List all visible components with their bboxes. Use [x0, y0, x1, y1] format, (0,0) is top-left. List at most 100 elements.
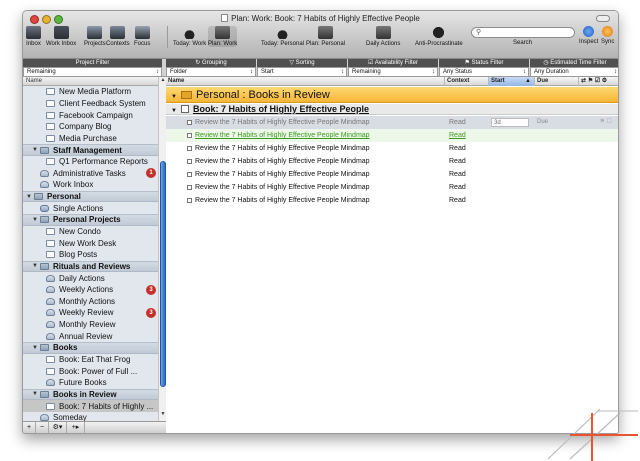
- toolbar-work-inbox-button[interactable]: Work Inbox: [46, 26, 76, 47]
- status-filter[interactable]: ⚑ Status Filter Any Status: [439, 59, 529, 77]
- toolbar-focus-button[interactable]: Focus: [134, 26, 150, 47]
- column-context[interactable]: Context: [444, 77, 488, 86]
- task-row[interactable]: Review the 7 Habits of Highly Effective …: [166, 155, 618, 168]
- start-date-field[interactable]: 3d: [491, 118, 529, 127]
- task-checkbox[interactable]: [187, 146, 192, 151]
- sidebar-item[interactable]: Book: Eat That Frog: [23, 354, 165, 366]
- sync-button[interactable]: Sync: [601, 26, 614, 45]
- task-context[interactable]: Read: [449, 129, 466, 142]
- disclosure-triangle-icon[interactable]: ▼: [171, 94, 177, 100]
- search-field[interactable]: ⚲: [471, 27, 575, 38]
- project-row[interactable]: ▼ Book: 7 Habits of Highly Effective Peop…: [166, 104, 618, 115]
- sidebar-item[interactable]: Media Purchase: [23, 133, 165, 145]
- sidebar-item[interactable]: ▼ Books in Review: [23, 388, 165, 401]
- sidebar-item[interactable]: New Work Desk: [23, 237, 165, 249]
- task-context[interactable]: Read: [449, 181, 466, 194]
- task-name[interactable]: Review the 7 Habits of Highly Effective …: [195, 129, 370, 142]
- toolbar-projects-button[interactable]: Projects: [84, 26, 106, 47]
- task-name[interactable]: Review the 7 Habits of Highly Effective …: [195, 155, 370, 168]
- sidebar-item[interactable]: Future Books: [23, 377, 165, 389]
- perspective-plan-workbutton[interactable]: Plan: Work: [208, 26, 238, 47]
- inspect-button[interactable]: Inspect: [579, 26, 598, 45]
- sorting-select[interactable]: Start: [257, 67, 347, 77]
- sidebar-item[interactable]: Book: 7 Habits of Highly ...: [23, 400, 165, 412]
- sidebar-item[interactable]: New Condo: [23, 226, 165, 238]
- folder-group-row[interactable]: ▼ Personal : Books in Review: [166, 87, 618, 103]
- task-context[interactable]: Read: [449, 142, 466, 155]
- sidebar-item[interactable]: ▼ Personal: [23, 190, 165, 203]
- column-start[interactable]: Start ▲: [488, 77, 534, 86]
- sidebar-scrollbar[interactable]: ▲ ▼: [158, 77, 166, 423]
- perspective-plan-personalbutton[interactable]: Plan: Personal: [306, 26, 345, 47]
- sidebar-item[interactable]: Monthly Review: [23, 319, 165, 331]
- disclosure-triangle-icon[interactable]: ▼: [26, 194, 34, 200]
- sidebar-item[interactable]: New Media Platform: [23, 86, 165, 98]
- sorting-filter[interactable]: ▽ Sorting Start: [257, 59, 347, 77]
- task-checkbox[interactable]: [187, 159, 192, 164]
- task-row[interactable]: Review the 7 Habits of Highly Effective …: [166, 142, 618, 155]
- disclosure-triangle-icon[interactable]: ▼: [32, 345, 40, 351]
- task-name[interactable]: Review the 7 Habits of Highly Effective …: [195, 181, 370, 194]
- duration-select[interactable]: Any Duration: [530, 67, 618, 77]
- sidebar-item[interactable]: Weekly Actions 3: [23, 284, 165, 296]
- sidebar-item[interactable]: Monthly Actions: [23, 296, 165, 308]
- task-checkbox[interactable]: [187, 133, 192, 138]
- task-checkbox[interactable]: [187, 172, 192, 177]
- project-filter[interactable]: Project Filter Remaining: [23, 59, 162, 77]
- task-name[interactable]: Review the 7 Habits of Highly Effective …: [195, 168, 370, 181]
- project-checkbox[interactable]: [180, 105, 189, 113]
- task-row[interactable]: Review the 7 Habits of Highly Effective …: [166, 194, 618, 207]
- toolbar-inbox-button[interactable]: Inbox: [26, 26, 41, 47]
- disclosure-triangle-icon[interactable]: ▼: [32, 391, 40, 397]
- sidebar-item[interactable]: Blog Posts: [23, 249, 165, 261]
- grouping-select[interactable]: Folder: [166, 67, 256, 77]
- flag-icon[interactable]: ⚑ ☐: [600, 116, 612, 129]
- sidebar-item[interactable]: Company Blog: [23, 121, 165, 133]
- sidebar-item[interactable]: Client Feedback System: [23, 98, 165, 110]
- disclosure-triangle-icon[interactable]: ▼: [32, 263, 40, 269]
- task-name[interactable]: Review the 7 Habits of Highly Effective …: [195, 194, 370, 207]
- task-context[interactable]: Read: [449, 168, 466, 181]
- task-checkbox[interactable]: [187, 185, 192, 190]
- column-due[interactable]: Due: [534, 77, 578, 86]
- task-row[interactable]: Review the 7 Habits of Highly Effective …: [166, 168, 618, 181]
- availability-select[interactable]: Remaining: [348, 67, 438, 77]
- sidebar-item[interactable]: Daily Actions: [23, 272, 165, 284]
- availability-filter[interactable]: ☑ Availability Filter Remaining: [348, 59, 438, 77]
- perspective-today-workbutton[interactable]: Today: Work: [173, 26, 206, 47]
- sidebar-item[interactable]: Single Actions: [23, 202, 165, 214]
- task-row[interactable]: Review the 7 Habits of Highly Effective …: [166, 181, 618, 194]
- add-folder-button[interactable]: +▸: [67, 422, 85, 433]
- toolbar-toggle-button[interactable]: [596, 15, 610, 22]
- status-select[interactable]: Any Status: [439, 67, 529, 77]
- column-flags[interactable]: ⇄ ⚑ ☑ ⚙: [578, 77, 618, 86]
- grouping-filter[interactable]: ↻ Grouping Folder: [166, 59, 256, 77]
- perspective-anti-procrastinatebutton[interactable]: Anti-Procrastinate: [415, 26, 463, 47]
- disclosure-triangle-icon[interactable]: ▼: [171, 108, 177, 114]
- task-name[interactable]: Review the 7 Habits of Highly Effective …: [195, 142, 370, 155]
- perspective-daily-actionsbutton[interactable]: Daily Actions: [366, 26, 400, 47]
- task-context[interactable]: Read: [449, 155, 466, 168]
- due-date-field[interactable]: Due: [537, 116, 548, 129]
- task-checkbox[interactable]: [187, 120, 192, 125]
- task-context[interactable]: Read: [449, 194, 466, 207]
- sidebar-item[interactable]: Annual Review: [23, 330, 165, 342]
- duration-filter[interactable]: ◷ Estimated Time Filter Any Duration: [530, 59, 618, 77]
- remove-button[interactable]: −: [36, 422, 49, 433]
- sidebar-item[interactable]: Facebook Campaign: [23, 109, 165, 121]
- sidebar-item[interactable]: Book: Power of Full ...: [23, 365, 165, 377]
- task-row[interactable]: Review the 7 Habits of Highly Effective …: [166, 116, 618, 129]
- sidebar-item[interactable]: ▼ Personal Projects: [23, 214, 165, 226]
- task-name[interactable]: Review the 7 Habits of Highly Effective …: [195, 116, 370, 129]
- sidebar-item[interactable]: ▼ Staff Management: [23, 144, 165, 156]
- task-row[interactable]: Review the 7 Habits of Highly Effective …: [166, 129, 618, 142]
- column-name[interactable]: Name: [166, 77, 444, 86]
- toolbar-contexts-button[interactable]: Contexts: [106, 26, 130, 47]
- project-filter-select[interactable]: Remaining: [23, 67, 162, 77]
- add-button[interactable]: +: [23, 422, 36, 433]
- disclosure-triangle-icon[interactable]: ▼: [32, 217, 40, 223]
- perspective-today-personalbutton[interactable]: Today: Personal: [261, 26, 304, 47]
- sidebar-item[interactable]: ▼ Books: [23, 342, 165, 354]
- sidebar-item[interactable]: Q1 Performance Reports: [23, 156, 165, 168]
- sidebar-item[interactable]: Weekly Review 3: [23, 307, 165, 319]
